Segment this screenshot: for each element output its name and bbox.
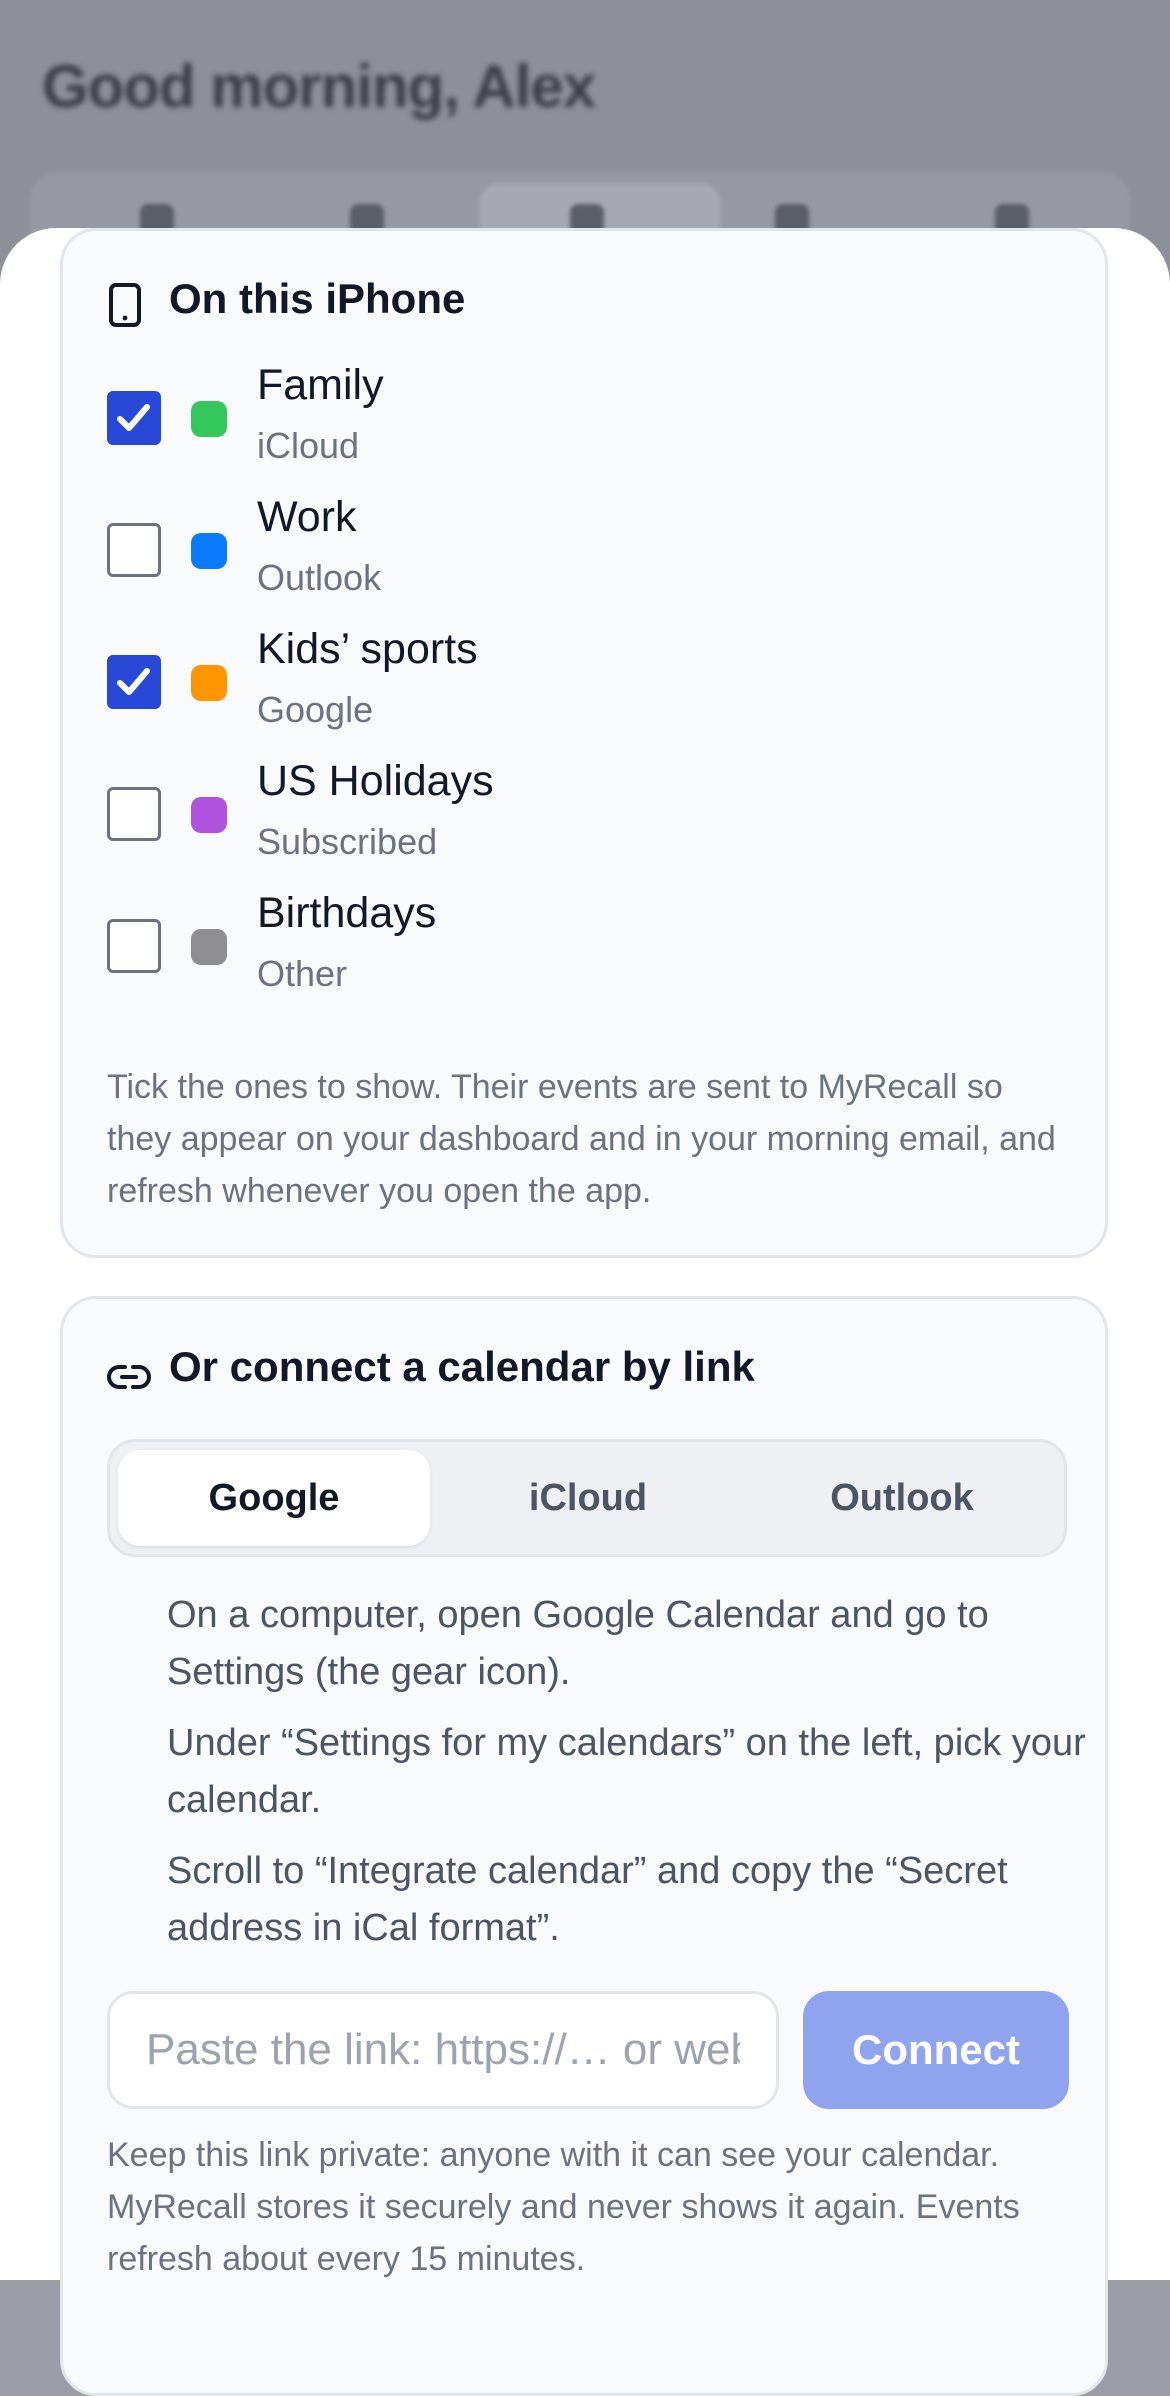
calendar-checkbox[interactable] [107, 655, 161, 709]
calendar-row[interactable]: Kids’ sports Google [107, 625, 1007, 745]
calendar-sheet: On this iPhone Family iCloud Work Outlook Ki… [0, 228, 1170, 2396]
calendar-name: Family [257, 361, 384, 409]
calendar-row[interactable]: Work Outlook [107, 493, 1007, 613]
calendar-source: Subscribed [257, 821, 438, 862]
calendar-color-dot [191, 929, 227, 965]
checkmark-icon [117, 404, 150, 431]
calendar-source: Google [257, 689, 374, 730]
provider-segmented-control: Google iCloud Outlook [107, 1439, 1067, 1557]
calendar-source: Outlook [257, 557, 382, 598]
tab-icloud[interactable]: iCloud [432, 1450, 744, 1546]
calendar-name: Birthdays [257, 889, 437, 937]
calendar-checkbox[interactable] [107, 523, 161, 577]
instruction-step: Scroll to “Integrate calendar” and copy … [167, 1850, 1008, 1949]
calendar-checkbox[interactable] [107, 787, 161, 841]
calendar-source: Other [257, 953, 348, 994]
calendar-row[interactable]: Family iCloud [107, 361, 1007, 481]
link-calendar-card: Or connect a calendar by link Google iCl… [60, 1296, 1108, 2396]
tab-google[interactable]: Google [118, 1450, 430, 1546]
calendar-source: iCloud [257, 425, 360, 466]
link-section-title: Or connect a calendar by link [169, 1343, 755, 1390]
instruction-steps: On a computer, open Google Calendar and … [167, 1587, 1097, 1971]
checkmark-icon [117, 668, 150, 695]
calendar-name: US Holidays [257, 757, 494, 805]
iphone-calendars-card: On this iPhone Family iCloud Work Outlook Ki… [60, 228, 1108, 1258]
iphone-section-title: On this iPhone [169, 275, 466, 322]
iphone-help-text: Tick the ones to show. Their events are … [107, 1068, 1056, 1210]
calendar-row[interactable]: Birthdays Other [107, 889, 1007, 1009]
calendar-color-dot [191, 665, 227, 701]
calendar-checkbox[interactable] [107, 919, 161, 973]
link-icon [107, 1355, 151, 1404]
calendar-row[interactable]: US Holidays Subscribed [107, 757, 1007, 877]
calendar-name: Work [257, 493, 357, 541]
phone-icon [107, 283, 143, 332]
instruction-step: On a computer, open Google Calendar and … [167, 1594, 989, 1693]
tab-outlook[interactable]: Outlook [746, 1450, 1058, 1546]
dashboard-greeting: Good morning, Alex [42, 53, 596, 120]
calendar-color-dot [191, 401, 227, 437]
calendar-color-dot [191, 797, 227, 833]
calendar-link-input[interactable] [107, 1991, 779, 2109]
instruction-step: Under “Settings for my calendars” on the… [167, 1722, 1086, 1821]
connect-button[interactable]: Connect [803, 1991, 1069, 2109]
calendar-color-dot [191, 533, 227, 569]
calendar-name: Kids’ sports [257, 625, 478, 673]
link-privacy-note: Keep this link private: anyone with it c… [107, 2136, 1020, 2278]
calendar-checkbox[interactable] [107, 391, 161, 445]
